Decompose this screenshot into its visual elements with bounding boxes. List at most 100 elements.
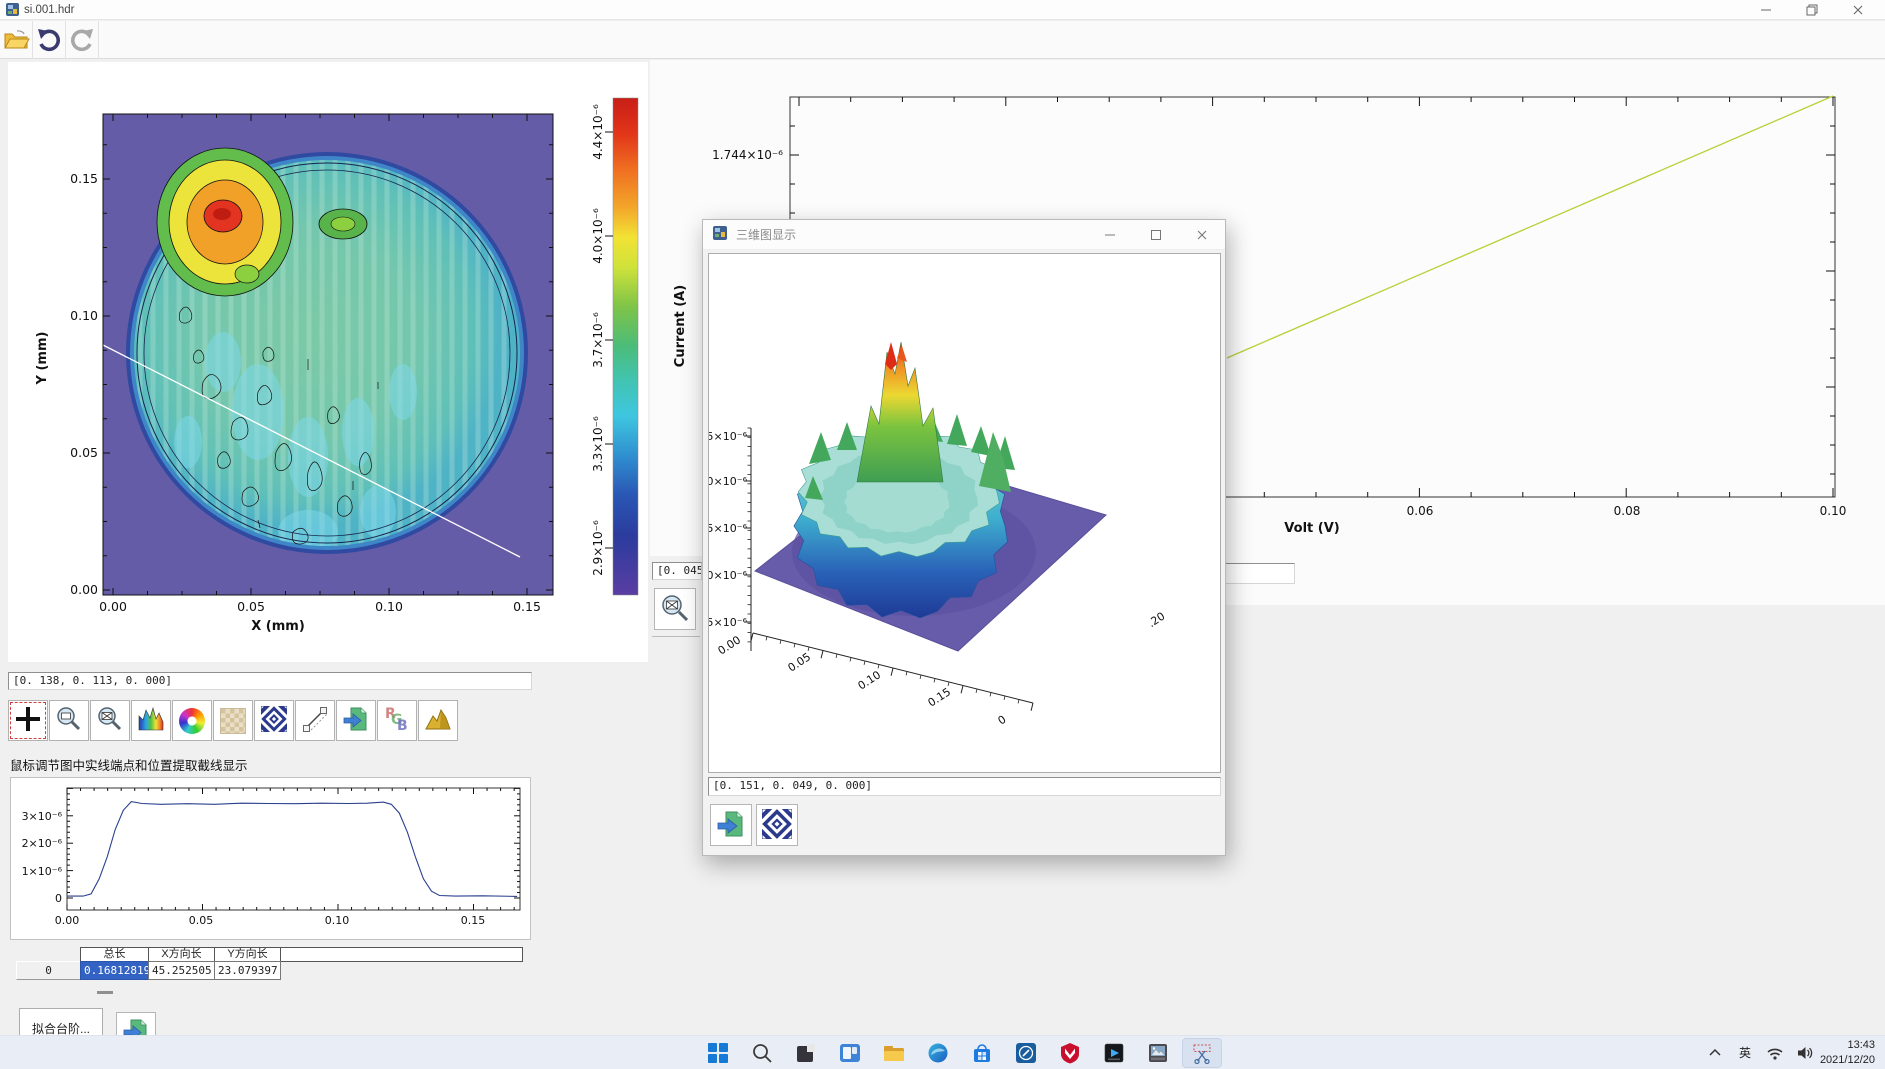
- mcafee-icon[interactable]: [1050, 1038, 1090, 1068]
- y-axis-label: Y (mm): [35, 332, 50, 386]
- undo-button[interactable]: [33, 21, 66, 59]
- table-cell-total[interactable]: 0.16812819: [80, 961, 149, 980]
- ime-indicator[interactable]: 英: [1732, 1038, 1758, 1068]
- profile-y-tick: 1×10⁻⁶: [22, 865, 63, 878]
- iv-y-tick-label: 1.744×10⁻⁶: [712, 148, 783, 162]
- taskbar-clock[interactable]: 13:43 2021/12/20: [1789, 1038, 1875, 1068]
- file-explorer-button[interactable]: [874, 1038, 914, 1068]
- surface-3d-tool-button[interactable]: [418, 700, 458, 741]
- profile-panel[interactable]: 3×10⁻⁶ 2×10⁻⁶ 1×10⁻⁶ 0 0.00 0.05 0.10 0.…: [10, 777, 531, 940]
- zoom-box-tool-button[interactable]: [49, 700, 89, 741]
- zoom-reset-icon: [660, 593, 690, 626]
- window-titlebar: si.001.hdr: [0, 0, 1885, 20]
- colorbar-tick-label: 2.9×10⁻⁶: [591, 520, 605, 576]
- x-tick-label: 0.10: [375, 599, 403, 614]
- contour-panel: 0.00 0.05 0.10 0.15 0.00 0.05 0.10 0.15 …: [8, 62, 648, 662]
- colorbar-tick-label: 4.0×10⁻⁶: [591, 208, 605, 264]
- profile-x-tick: 0.00: [55, 914, 80, 927]
- z-tick-label: .0×10⁻⁶: [709, 569, 748, 582]
- z-tick-label: .5×10⁻⁶: [709, 522, 748, 535]
- search-button[interactable]: [742, 1038, 782, 1068]
- surface-dialog[interactable]: 三维图显示: [702, 219, 1226, 856]
- media-player-icon[interactable]: [1094, 1038, 1134, 1068]
- occluded-status: [0. 045, 0.: [652, 562, 702, 580]
- tool-palette: RGB: [8, 700, 459, 741]
- export-icon: [343, 706, 369, 735]
- surface-3d-plot: .5×10⁻⁶ .0×10⁻⁶ .5×10⁻⁶ .0×10⁻⁶ .5×10⁻⁶ …: [709, 254, 1221, 773]
- profile-x-tick: 0.05: [189, 914, 214, 927]
- table-header-ylen[interactable]: Y方向长: [214, 947, 281, 962]
- color-histogram-tool-button[interactable]: [131, 700, 171, 741]
- restore-button[interactable]: [1789, 0, 1835, 20]
- export-data-tool-button[interactable]: [336, 700, 376, 741]
- splitter-handle[interactable]: [97, 991, 113, 994]
- edge-button[interactable]: [918, 1038, 958, 1068]
- z-tick-label: .0×10⁻⁶: [709, 475, 748, 488]
- tray-chevron-icon[interactable]: [1702, 1038, 1728, 1068]
- mosaic-tool-button[interactable]: [213, 700, 253, 741]
- color-wheel-icon: [179, 708, 205, 734]
- snipping-tool-button[interactable]: [1182, 1038, 1222, 1068]
- surface-3d-view[interactable]: .5×10⁻⁶ .0×10⁻⁶ .5×10⁻⁶ .0×10⁻⁶ .5×10⁻⁶ …: [708, 253, 1221, 773]
- redo-button[interactable]: [66, 21, 99, 59]
- open-file-button[interactable]: [0, 21, 33, 59]
- diamond-pattern-tool-button[interactable]: [254, 700, 294, 741]
- dialog-pattern-button[interactable]: [756, 804, 798, 846]
- start-button[interactable]: [698, 1038, 738, 1068]
- x-tick-label: 0.00: [99, 599, 127, 614]
- colorbar-ticks: [605, 132, 613, 548]
- contour-plot[interactable]: 0.00 0.05 0.10 0.15 0.00 0.05 0.10 0.15 …: [8, 62, 648, 660]
- image-viewer-icon[interactable]: [1138, 1038, 1178, 1068]
- y-tick-label: 0.15: [70, 171, 98, 186]
- table-header-xlen[interactable]: X方向长: [148, 947, 215, 962]
- rgb-icon: RGB: [384, 706, 410, 735]
- measure-line-icon: [302, 706, 328, 735]
- x-tick-label: 0.05: [237, 599, 265, 614]
- dialog-maximize-button[interactable]: [1133, 220, 1179, 250]
- window-title: si.001.hdr: [24, 4, 75, 16]
- close-button[interactable]: [1835, 0, 1881, 20]
- wifi-icon[interactable]: [1762, 1038, 1788, 1068]
- dialog-close-button[interactable]: [1179, 220, 1225, 250]
- dialog-status: [0. 151, 0. 049, 0. 000]: [708, 777, 1221, 796]
- z-tick-label: .5×10⁻⁶: [709, 616, 748, 629]
- undo-icon: [36, 26, 62, 55]
- colorbar-tick-label: 3.7×10⁻⁶: [591, 312, 605, 368]
- open-folder-icon: [2, 26, 30, 55]
- crosshair-tool-button[interactable]: [8, 700, 48, 741]
- x-axis-label: X (mm): [251, 619, 305, 634]
- color-histogram-icon: [138, 706, 164, 735]
- measure-line-tool-button[interactable]: [295, 700, 335, 741]
- iv-x-tick: 0.10: [1820, 504, 1847, 518]
- mosaic-icon: [220, 708, 246, 734]
- zoom-reset-tool-button[interactable]: [90, 700, 130, 741]
- dialog-app-icon: [713, 226, 728, 244]
- colorbar: [613, 98, 638, 595]
- dialog-export-button[interactable]: [710, 804, 752, 846]
- table-cell-xlen[interactable]: 45.252505: [148, 961, 215, 980]
- dell-app-icon[interactable]: [1006, 1038, 1046, 1068]
- widgets-button[interactable]: [830, 1038, 870, 1068]
- y-tick-label: 0.10: [70, 308, 98, 323]
- colorbar-tick-label: 4.4×10⁻⁶: [591, 104, 605, 160]
- dialog-titlebar[interactable]: 三维图显示: [703, 220, 1225, 250]
- app-logo-icon: [6, 3, 20, 20]
- color-wheel-tool-button[interactable]: [172, 700, 212, 741]
- table-header-total[interactable]: 总长: [80, 947, 149, 962]
- store-button[interactable]: [962, 1038, 1002, 1068]
- tray-date: 2021/12/20: [1789, 1053, 1875, 1068]
- table-cell-ylen[interactable]: 23.079397: [214, 961, 281, 980]
- table-header-empty: [280, 947, 523, 962]
- redo-icon: [69, 26, 95, 55]
- occluded-divider: [652, 636, 700, 637]
- tray-time: 13:43: [1789, 1038, 1875, 1053]
- task-app-icon[interactable]: [786, 1038, 826, 1068]
- rgb-channels-tool-button[interactable]: RGB: [377, 700, 417, 741]
- zoom-box-icon: [56, 706, 82, 735]
- table-row-index[interactable]: 0: [16, 961, 81, 980]
- dialog-minimize-button[interactable]: [1087, 220, 1133, 250]
- occluded-zoom-reset-button[interactable]: [654, 588, 696, 630]
- x3d-tick-label: 0.20: [996, 610, 1168, 728]
- taskbar: 英 13:43 2021/12/20: [0, 1035, 1885, 1069]
- minimize-button[interactable]: [1743, 0, 1789, 20]
